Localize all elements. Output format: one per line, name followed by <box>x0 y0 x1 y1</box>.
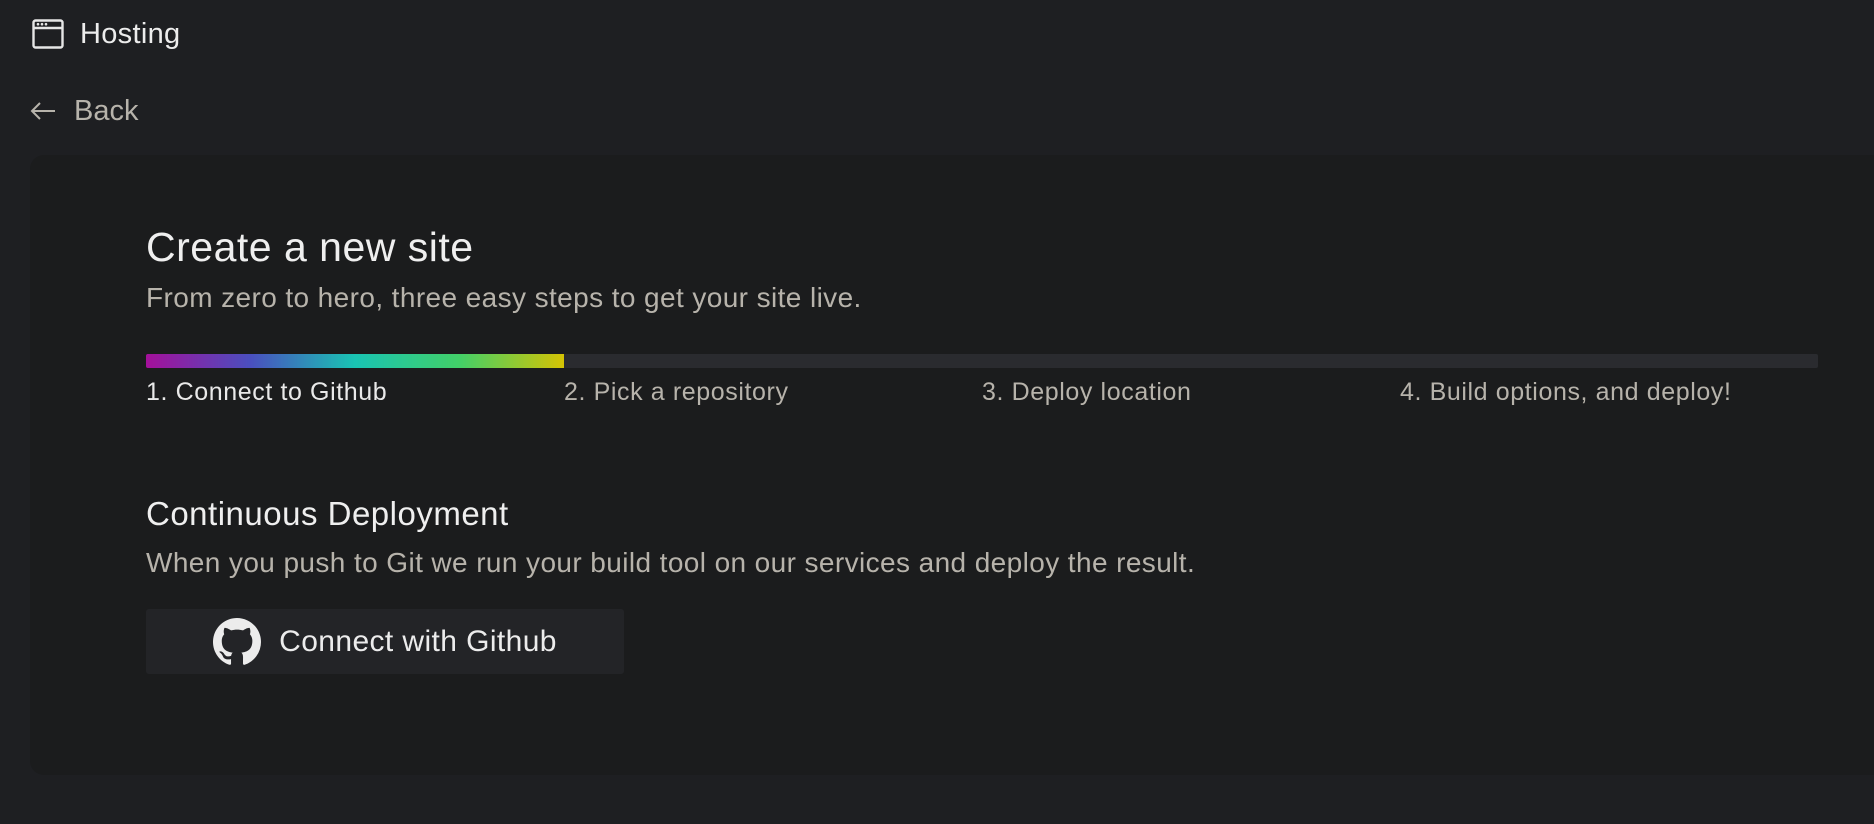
page-subtitle: From zero to hero, three easy steps to g… <box>146 282 862 314</box>
back-label: Back <box>74 95 139 127</box>
section-title: Continuous Deployment <box>146 495 509 533</box>
github-icon <box>213 617 262 666</box>
step-progress-bar <box>146 354 1818 369</box>
connect-github-button[interactable]: Connect with Github <box>146 609 624 675</box>
connect-github-label: Connect with Github <box>279 624 557 658</box>
browser-window-icon <box>32 19 64 49</box>
app-header: Hosting <box>32 16 180 52</box>
step-pick-repository: 2. Pick a repository <box>564 378 789 407</box>
back-link[interactable]: Back <box>30 95 138 128</box>
step-progress-fill <box>146 354 564 369</box>
card-content: Create a new site From zero to hero, thr… <box>146 224 1836 675</box>
step-connect-github: 1. Connect to Github <box>146 378 388 407</box>
create-site-card: Create a new site From zero to hero, thr… <box>30 155 1874 775</box>
step-list: 1. Connect to Github 2. Pick a repositor… <box>146 378 1818 407</box>
step-build-options: 4. Build options, and deploy! <box>1400 378 1732 407</box>
step-deploy-location: 3. Deploy location <box>982 378 1192 407</box>
page-title: Create a new site <box>146 224 474 270</box>
section-description: When you push to Git we run your build t… <box>146 547 1196 579</box>
arrow-left-icon <box>30 97 56 127</box>
app-title: Hosting <box>80 17 181 50</box>
